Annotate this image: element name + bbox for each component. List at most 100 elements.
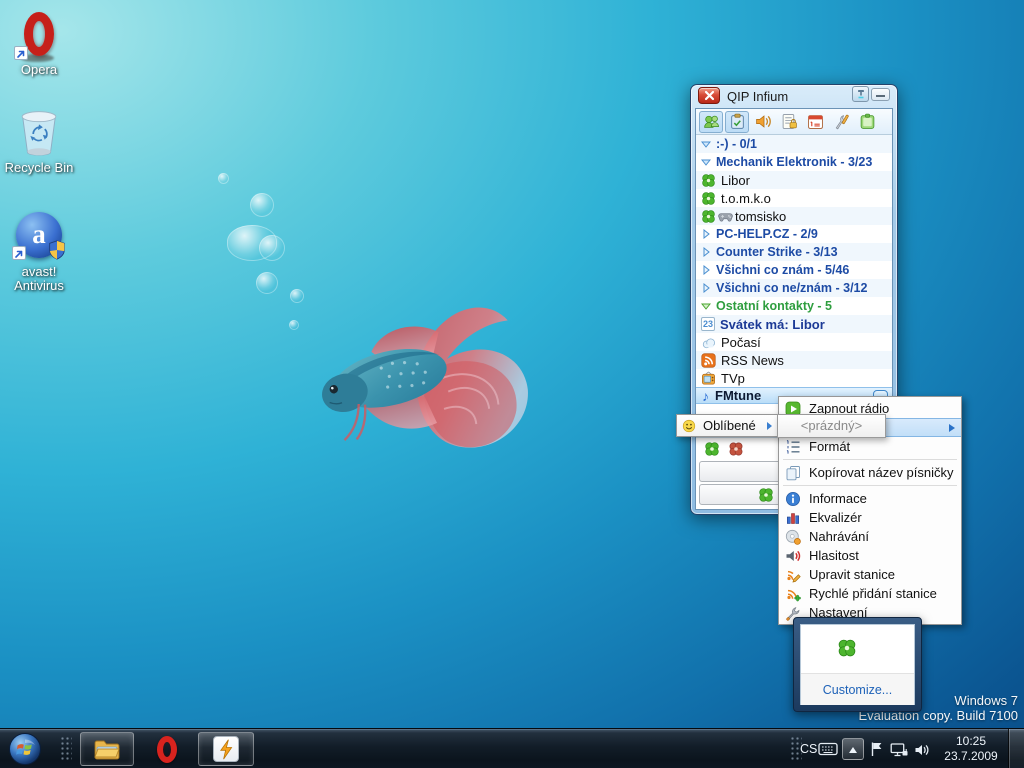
collapsed-triangle-icon (701, 283, 711, 293)
desktop-icon-avast[interactable]: a avast! Antivirus (0, 212, 78, 293)
bubble (289, 320, 299, 330)
menu-item-ekvalizer[interactable]: Ekvalizér (779, 508, 961, 527)
desktop-icon-recycle-bin[interactable]: Recycle Bin (0, 108, 78, 175)
tv-icon (701, 371, 716, 386)
empty-submenu-popup: <prázdný> (777, 414, 886, 438)
desktop-icon-label: Recycle Bin (0, 161, 78, 175)
rss-icon (701, 353, 716, 368)
menu-item-nahravani[interactable]: Nahrávání (779, 527, 961, 546)
desktop-icon-label: avast! Antivirus (0, 265, 78, 293)
gamepad-icon (718, 209, 733, 224)
close-button[interactable] (698, 87, 720, 104)
contact-row[interactable]: Libor (696, 171, 892, 189)
taskbar-winamp-button[interactable] (198, 732, 254, 766)
qip-toolbar (696, 109, 892, 135)
collapsed-triangle-icon (701, 229, 711, 239)
service-row-weather[interactable]: Počasí (696, 333, 892, 351)
contacts-icon[interactable] (699, 111, 723, 133)
pin-button[interactable] (852, 86, 869, 102)
network-icon[interactable] (890, 742, 908, 758)
recycle-bin-icon (16, 108, 62, 158)
taskbar-opera-button[interactable] (142, 732, 192, 766)
bubble (259, 235, 285, 261)
icq-flower-icon (701, 191, 716, 206)
sound-icon[interactable] (751, 111, 775, 133)
volume-icon[interactable] (914, 742, 930, 758)
menu-item-informace[interactable]: Informace (779, 489, 961, 508)
taskbar-grip[interactable] (60, 736, 72, 762)
smiley-icon (682, 419, 696, 433)
icq-online-flower-icon[interactable] (704, 441, 720, 457)
board-icon[interactable] (855, 111, 879, 133)
minimize-button[interactable] (871, 88, 890, 101)
desktop-icon-opera[interactable]: Opera (0, 10, 78, 77)
info-icon (785, 491, 801, 507)
qip-title-bar[interactable]: QIP Infium (691, 85, 897, 107)
cloud-icon (701, 335, 716, 350)
windows-orb-icon (7, 731, 43, 767)
start-button[interactable] (7, 731, 43, 767)
opera-logo-icon (24, 12, 54, 56)
group-row[interactable]: Mechanik Elektronik - 3/23 (696, 153, 892, 171)
submenu-arrow-icon (949, 424, 955, 432)
group-row[interactable]: Ostatní kontakty - 5 (696, 297, 892, 315)
menu-item-rychle-pridani[interactable]: Rychlé přidání stanice (779, 584, 961, 603)
menu-item-hlasitost[interactable]: Hlasitost (779, 546, 961, 565)
icq-flower-icon (758, 487, 774, 503)
customize-link[interactable]: Customize... (823, 683, 892, 697)
expanded-triangle-icon (701, 157, 711, 167)
betta-fish (300, 296, 540, 481)
desktop-icon-label: Opera (0, 63, 78, 77)
group-row[interactable]: :-) - 0/1 (696, 135, 892, 153)
group-row[interactable]: Všichni co ne/znám - 3/12 (696, 279, 892, 297)
calendar-day-icon: 23 (701, 317, 715, 331)
shortcut-arrow-icon (14, 46, 28, 60)
expanded-triangle-icon (701, 139, 711, 149)
music-note-icon: ♪ (702, 389, 709, 403)
qip-tray-icon[interactable] (837, 638, 857, 658)
tray-date: 23.7.2009 (940, 749, 1002, 764)
window-title: QIP Infium (727, 89, 788, 104)
format-icon (785, 439, 801, 455)
winamp-icon (213, 736, 239, 762)
keyboard-icon[interactable] (818, 742, 838, 756)
action-center-flag-icon[interactable] (870, 741, 884, 757)
contact-row[interactable]: t.o.m.k.o (696, 189, 892, 207)
contact-row[interactable]: tomsisko (696, 207, 892, 225)
service-row-nameday[interactable]: 23Svátek má: Libor (696, 315, 892, 333)
taskbar-explorer-button[interactable] (80, 732, 134, 766)
service-row-tv[interactable]: TVp (696, 369, 892, 387)
uac-shield-icon (48, 240, 66, 260)
copy-icon (785, 465, 801, 481)
history-icon[interactable] (777, 111, 801, 133)
group-row[interactable]: Všichni co znám - 5/46 (696, 261, 892, 279)
oblibene-submenu-popup[interactable]: Oblíbené (676, 414, 778, 437)
service-row-rss[interactable]: RSS News (696, 351, 892, 369)
edit-station-icon (785, 567, 801, 583)
tray-overflow-flyout: Customize... (793, 617, 922, 712)
collapsed-triangle-icon (701, 265, 711, 275)
submenu-arrow-icon (767, 422, 772, 430)
tools-icon[interactable] (829, 111, 853, 133)
notes-icon[interactable] (725, 111, 749, 133)
show-hidden-icons-button[interactable] (842, 738, 864, 760)
record-icon (785, 529, 801, 545)
language-indicator[interactable]: CS (800, 742, 817, 756)
menu-item-kopirovat[interactable]: Kopírovat název písničky (779, 463, 961, 482)
group-row[interactable]: PC-HELP.CZ - 2/9 (696, 225, 892, 243)
tray-time: 10:25 (940, 734, 1002, 749)
opera-logo-icon (157, 736, 177, 763)
icq-flower-icon (701, 209, 716, 224)
calendar-icon[interactable] (803, 111, 827, 133)
show-desktop-button[interactable] (1008, 729, 1024, 768)
menu-item-format[interactable]: Formát (779, 437, 961, 456)
bubble (250, 193, 274, 217)
clock[interactable]: 10:25 23.7.2009 (940, 734, 1002, 764)
contact-list: :-) - 0/1 Mechanik Elektronik - 3/23 Lib… (696, 135, 892, 404)
shortcut-arrow-icon (12, 246, 26, 260)
menu-item-upravit-stanice[interactable]: Upravit stanice (779, 565, 961, 584)
offline-protocol-icon[interactable] (728, 441, 744, 457)
group-row[interactable]: Counter Strike - 3/13 (696, 243, 892, 261)
taskbar: CS 10:25 23.7.2009 (0, 728, 1024, 768)
collapsed-triangle-icon (701, 247, 711, 257)
